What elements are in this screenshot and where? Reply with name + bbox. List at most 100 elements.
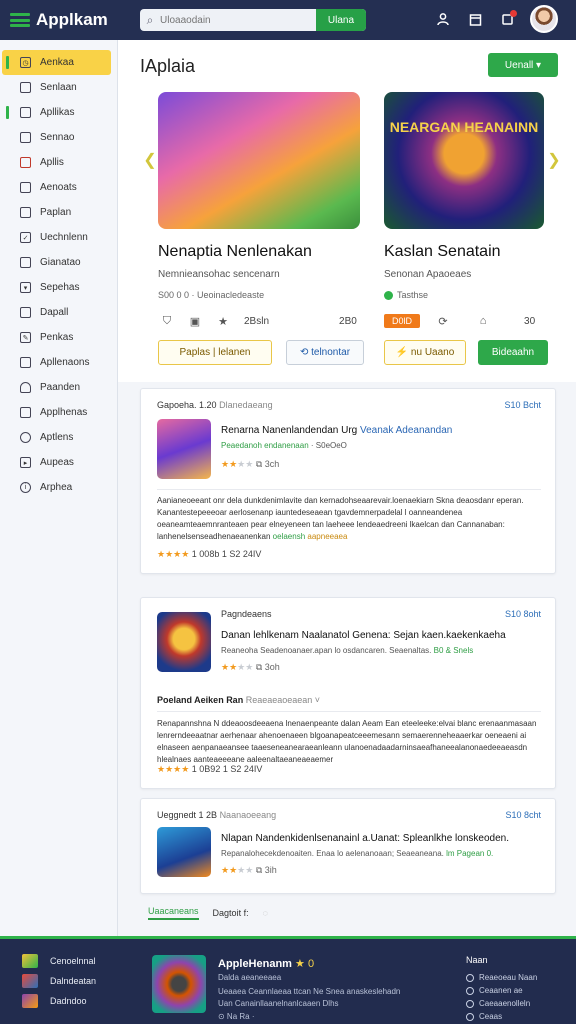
- star-icon[interactable]: ★: [216, 314, 230, 328]
- sidebar-item-7[interactable]: Paplan: [2, 200, 111, 225]
- sidebar-item-label: Paplan: [40, 207, 72, 218]
- user-icon[interactable]: [434, 10, 452, 28]
- clock-icon: ◷: [20, 57, 31, 68]
- sidebar-item-17[interactable]: ▸ Aupeas: [2, 450, 111, 475]
- sidebar: ◷ Aenkaa Senlaan Apllikas Sennao Apllis A…: [0, 40, 118, 936]
- footer-subtitle: Dalda aeaneeaea: [218, 973, 282, 982]
- shield-icon[interactable]: ⛉: [160, 314, 174, 328]
- sidebar-item-2[interactable]: Senlaan: [2, 75, 111, 100]
- search-bar: ⌕ Ulana: [140, 9, 366, 31]
- footer-link[interactable]: Ceaas: [466, 1010, 537, 1023]
- circle-icon: [466, 1012, 474, 1021]
- app-card-2[interactable]: Pagndeaens S10 8oht Danan lehlkenam Naal…: [140, 597, 556, 789]
- app-thumbnail[interactable]: [157, 419, 211, 479]
- carousel-prev-icon[interactable]: ❮: [142, 145, 158, 175]
- tab[interactable]: Dagtoit f:: [213, 908, 249, 918]
- verified-icon: [384, 290, 393, 300]
- card-subline-text: Reaneoha Seadenoanaer.apan lo osdancaren…: [221, 646, 432, 655]
- avatar[interactable]: [530, 5, 558, 33]
- lock-icon[interactable]: ▣: [188, 314, 202, 328]
- sidebar-item-18[interactable]: i Arphea: [2, 475, 111, 500]
- card-title[interactable]: Nlapan Nandenkidenlsenanainl a.Uanat: Sp…: [221, 833, 509, 844]
- sidebar-item-10[interactable]: ▾ Sepehas: [2, 275, 111, 300]
- featured-card-1[interactable]: Nenaptia Nenlenakan Nemnieansohac sencen…: [158, 92, 360, 300]
- footer-link[interactable]: Reaeoeau Naan: [466, 971, 537, 984]
- settings-icon: [20, 432, 31, 443]
- featured-card-2[interactable]: NEARGAN HEANAINN Kaslan Senatain Senonan…: [384, 92, 554, 300]
- rating-text: 3oh: [264, 662, 280, 672]
- copy-icon[interactable]: ⧉: [256, 662, 262, 672]
- sidebar-item-label: Sennao: [40, 132, 75, 143]
- card-subline: Reaneoha Seadenoanaer.apan lo osdancaren…: [221, 646, 473, 655]
- sidebar-item-9[interactable]: Gianatao: [2, 250, 111, 275]
- card-title[interactable]: Danan lehlkenam Naalanatol Genena: Sejan…: [221, 630, 506, 641]
- app-card-1[interactable]: Gapoeha. 1.20 Dlanedaeang S10 Bcht Renar…: [140, 388, 556, 574]
- card-price: S10 8cht: [505, 810, 541, 820]
- status-badge: D0lD: [384, 314, 421, 328]
- featured-primary-button[interactable]: ⚡ nu Uaano: [384, 340, 466, 365]
- card-header: Gapoeha. 1.20 Dlanedaeang: [157, 400, 273, 410]
- footer-thumbnail[interactable]: [152, 955, 206, 1013]
- folder-icon: [20, 307, 31, 318]
- featured-image-2[interactable]: NEARGAN HEANAINN: [384, 92, 544, 229]
- top-bar: Applkam ⌕ Ulana: [0, 0, 576, 40]
- app-thumbnail[interactable]: [157, 612, 211, 672]
- menu-icon[interactable]: [10, 13, 30, 27]
- featured-secondary-button[interactable]: Bideaahn: [478, 340, 548, 365]
- search-input[interactable]: [160, 14, 310, 26]
- notification-icon[interactable]: [498, 10, 517, 28]
- sidebar-item-label: Sepehas: [40, 282, 80, 293]
- sidebar-item-16[interactable]: Aptlens: [2, 425, 111, 450]
- card-header-text: Ueggnedt 1 2B: [157, 810, 218, 820]
- rating-text: 3ch: [264, 459, 280, 469]
- featured-image-1[interactable]: [158, 92, 360, 229]
- tab-active[interactable]: Uaacaneans: [148, 906, 199, 920]
- check-icon: ✓: [20, 232, 31, 243]
- featured-secondary-button[interactable]: ⟲ telnontar: [286, 340, 364, 365]
- card-header: Pagndeaens: [221, 609, 272, 619]
- circle-icon: [466, 986, 474, 995]
- subheading-dropdown[interactable]: Reaeaeaoeaean ˅: [246, 695, 320, 705]
- copy-icon[interactable]: ⧉: [256, 865, 262, 875]
- meta-text: S00 0 0 · Ueoinacledeaste: [158, 290, 265, 300]
- sidebar-item-4[interactable]: Sennao: [2, 125, 111, 150]
- card-subline-text: Repanalohecekdenoaiten. Enaa lo aelenano…: [221, 849, 444, 858]
- home-icon[interactable]: ⌂: [476, 314, 490, 328]
- card-title[interactable]: Renarna Nanenlandendan Urg Veanak Adeana…: [221, 425, 452, 436]
- footer-link[interactable]: Caeaaenolleln: [466, 997, 537, 1010]
- sidebar-item-11[interactable]: Dapall: [2, 300, 111, 325]
- sidebar-item-14[interactable]: Paanden: [2, 375, 111, 400]
- app-thumbnail[interactable]: [157, 827, 211, 877]
- card-subline: Repanalohecekdenoaiten. Enaa lo aelenano…: [221, 849, 493, 858]
- sidebar-item-12[interactable]: ✎ Penkas: [2, 325, 111, 350]
- page-title: IAplaia: [140, 56, 196, 76]
- card-footer: ★★★★ 1 008b 1 S2 24IV: [157, 549, 262, 559]
- footer-list-item[interactable]: Dalndeatan: [22, 971, 96, 991]
- footer-list: Cenoelnnal Dalndeatan Dadndoo: [22, 951, 96, 1011]
- down-icon: ▾: [20, 282, 31, 293]
- footer-list-label: Cenoelnnal: [50, 956, 96, 966]
- notification-badge: [510, 10, 517, 17]
- rating: ★★★★ ⧉ 3oh: [221, 662, 280, 672]
- sidebar-item-8[interactable]: ✓ Uechnlenn: [2, 225, 111, 250]
- sidebar-item-5[interactable]: Apllis: [2, 150, 111, 175]
- footer-list-item[interactable]: Dadndoo: [22, 991, 96, 1011]
- refresh-icon[interactable]: ⟳: [436, 314, 450, 328]
- apps-icon: [20, 107, 31, 118]
- app-card-3[interactable]: Ueggnedt 1 2B Naanaoeeang S10 8cht Nlapa…: [140, 798, 556, 894]
- search-button[interactable]: Ulana: [316, 9, 366, 31]
- app-brand[interactable]: Applkam: [36, 10, 136, 30]
- footer-list-item[interactable]: Cenoelnnal: [22, 951, 96, 971]
- calendar-icon[interactable]: [466, 10, 484, 28]
- copy-icon[interactable]: ⧉: [256, 459, 262, 469]
- sidebar-item-13[interactable]: Apllenaons: [2, 350, 111, 375]
- footer-link[interactable]: Ceaanen ae: [466, 984, 537, 997]
- featured-primary-button[interactable]: Paplas | lelanen: [158, 340, 272, 365]
- filter-dropdown[interactable]: Uenall ▾: [488, 53, 558, 77]
- sidebar-item-1[interactable]: ◷ Aenkaa: [2, 50, 111, 75]
- sidebar-item-15[interactable]: Applhenas: [2, 400, 111, 425]
- sidebar-item-6[interactable]: Aenoats: [2, 175, 111, 200]
- sidebar-item-3[interactable]: Apllikas: [2, 100, 111, 125]
- footer-title[interactable]: AppleHenanm ★ 0: [218, 957, 314, 970]
- card-title-link[interactable]: Veanak Adeanandan: [360, 425, 452, 436]
